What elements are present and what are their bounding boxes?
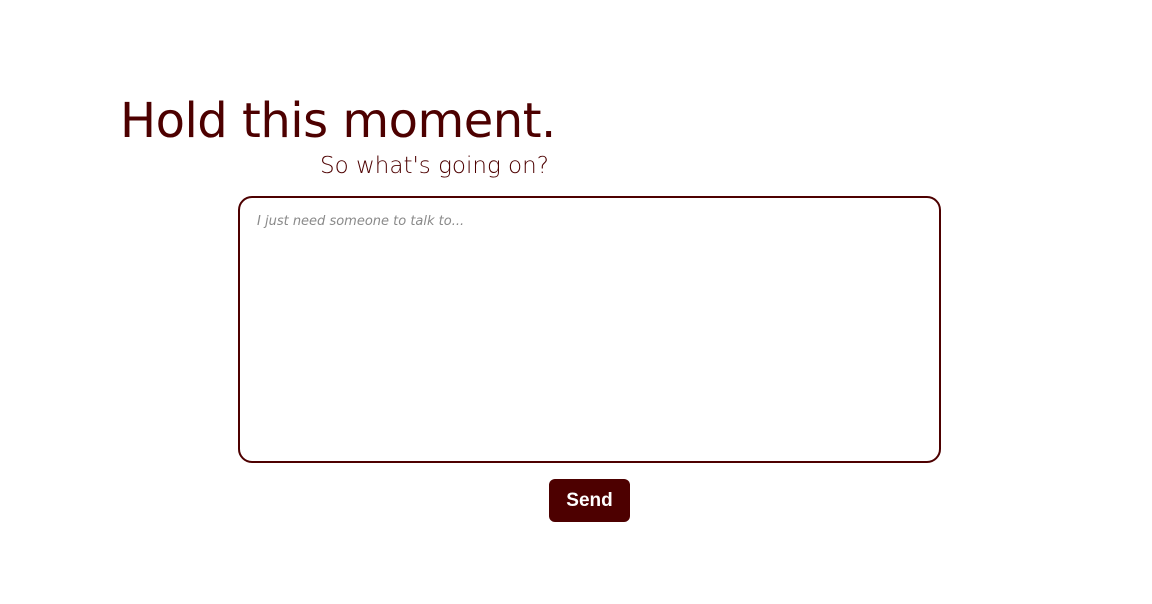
page-subtitle: So what's going on? [320,153,549,179]
page-title: Hold this moment. [120,93,556,149]
send-button[interactable]: Send [549,479,630,522]
message-input[interactable] [238,196,941,463]
